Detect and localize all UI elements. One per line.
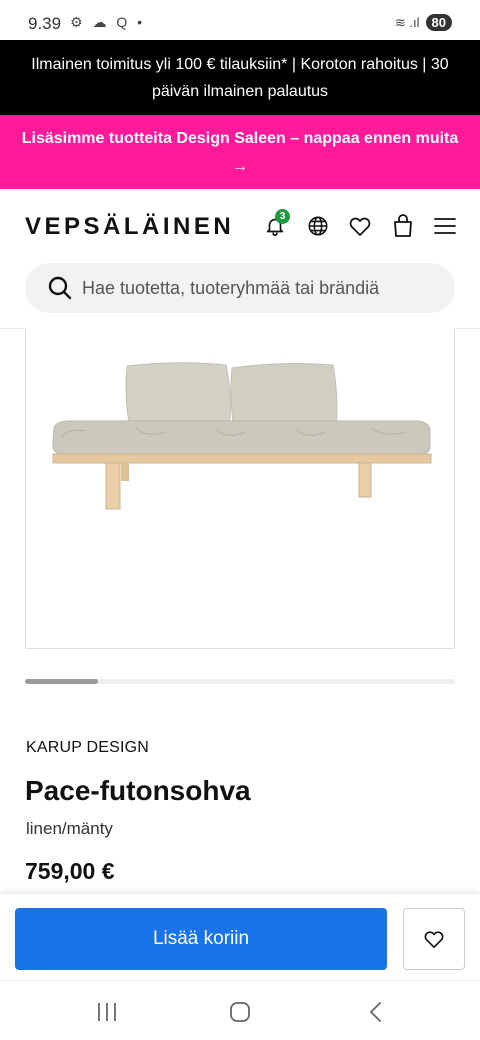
product-image[interactable] xyxy=(25,328,455,649)
search-input[interactable] xyxy=(82,277,422,299)
shipping-banner-text: Ilmainen toimitus yli 100 € tilauksiin* … xyxy=(31,56,449,100)
signal-icon: ≋ .ıl xyxy=(394,14,420,30)
product-brand[interactable]: KARUP DESIGN xyxy=(26,739,149,757)
back-button[interactable] xyxy=(360,999,390,1025)
recent-apps-button[interactable] xyxy=(92,999,122,1025)
language-button[interactable] xyxy=(305,213,331,239)
product-variant: linen/mänty xyxy=(26,819,113,838)
menu-icon xyxy=(434,218,456,234)
system-nav-bar xyxy=(0,980,480,1040)
search-icon xyxy=(48,276,72,300)
add-to-cart-button[interactable]: Lisää koriin xyxy=(15,908,387,970)
heart-icon xyxy=(349,217,371,236)
battery-icon: 80 xyxy=(425,14,452,31)
product-title: Pace-futonsohva xyxy=(25,775,251,806)
search-bar[interactable] xyxy=(25,263,455,313)
wishlist-header-button[interactable] xyxy=(347,213,373,239)
site-header: VEPSÄLÄINEN 3 xyxy=(0,189,480,259)
cart-button[interactable] xyxy=(390,213,416,239)
home-icon xyxy=(230,1002,250,1022)
status-time: 9.39 xyxy=(28,14,62,33)
logo[interactable]: VEPSÄLÄINEN xyxy=(25,213,234,241)
shipping-banner[interactable]: Ilmainen toimitus yli 100 € tilauksiin* … xyxy=(0,40,480,115)
scrollbar-thumb[interactable] xyxy=(25,679,99,684)
globe-icon xyxy=(308,216,328,236)
status-bar: 9.39 ⚙ ☁ Q • ≋ .ıl 80 xyxy=(0,0,480,40)
status-right: ≋ .ıl 80 xyxy=(395,14,452,31)
recent-apps-icon xyxy=(98,1003,116,1021)
back-icon xyxy=(369,1002,381,1022)
futon-sofa-image xyxy=(52,362,432,510)
heart-icon xyxy=(424,931,444,948)
home-button[interactable] xyxy=(225,999,255,1025)
sale-banner[interactable]: Lisäsimme tuotteita Design Saleen – napp… xyxy=(0,115,480,189)
arrow-right-icon: → xyxy=(232,158,248,175)
product-price: 759,00 € xyxy=(25,858,115,884)
menu-button[interactable] xyxy=(432,213,458,239)
notification-badge: 3 xyxy=(275,209,290,224)
notifications-button[interactable]: 3 xyxy=(262,209,290,239)
status-notification-icons: ⚙ ☁ Q • xyxy=(70,14,146,30)
bag-icon xyxy=(394,214,412,237)
sale-banner-text: Lisäsimme tuotteita Design Saleen – napp… xyxy=(21,130,459,147)
sticky-action-bar: Lisää koriin xyxy=(0,894,480,980)
image-carousel-scrollbar[interactable] xyxy=(25,679,455,684)
add-to-wishlist-button[interactable] xyxy=(403,908,465,970)
